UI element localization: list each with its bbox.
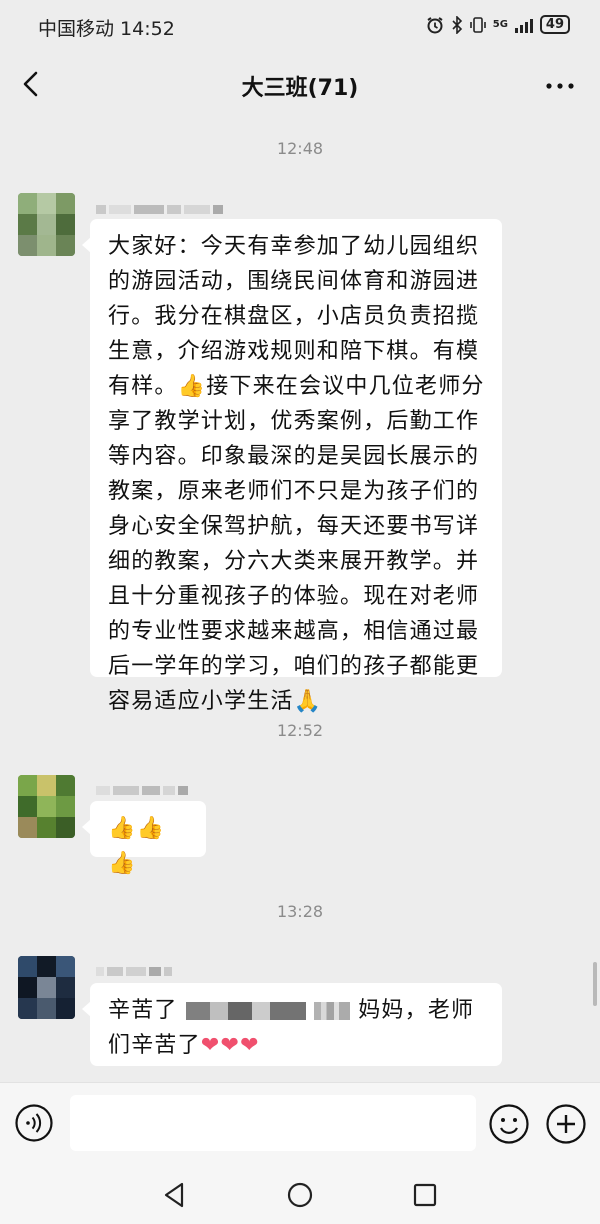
carrier-time: 中国移动 14:52 (38, 18, 175, 40)
praying-hands-icon: 🙏 (293, 689, 323, 714)
chat-title: 大三班(71) (241, 76, 359, 101)
battery-icon: 49 (539, 15, 570, 34)
heart-icon: ❤❤❤ (200, 1033, 260, 1058)
message-input[interactable] (70, 1095, 476, 1151)
network-type: 5G (492, 18, 508, 30)
emoji-icon[interactable] (488, 1103, 530, 1145)
avatar[interactable] (18, 775, 75, 838)
avatar[interactable] (18, 193, 75, 256)
thumbs-up-icon: 👍 (177, 374, 207, 399)
system-recent-apps-icon[interactable] (410, 1180, 440, 1210)
more-icon[interactable] (542, 72, 578, 100)
redacted-name (185, 1002, 306, 1020)
scrollbar-thumb[interactable] (593, 962, 597, 1006)
redacted-name (314, 1002, 351, 1020)
input-bar (0, 1082, 600, 1165)
message-bubble[interactable]: 👍👍👍 (82, 801, 206, 876)
status-bar: 中国移动 14:52 5G 49 (0, 0, 600, 50)
chat-header: 大三班(71) (0, 50, 600, 118)
timestamp: 13:28 (276, 902, 324, 921)
message-text: 接下来在会议中几位老师分享了教学计划，优秀案例，后勤工作等内容。印象最深的是吴园… (108, 374, 485, 714)
message-bubble[interactable]: 大家好：今天有幸参加了幼儿园组织的游园活动，围绕民间体育和游园进行。我分在棋盘区… (82, 219, 502, 714)
voice-icon[interactable] (14, 1103, 54, 1143)
system-home-icon[interactable] (285, 1180, 315, 1210)
system-navigation-bar (0, 1164, 600, 1224)
system-back-icon[interactable] (160, 1180, 190, 1210)
status-icons: 5G 49 (426, 15, 570, 34)
sender-name (96, 202, 223, 216)
signal-icon (514, 17, 533, 33)
timestamp: 12:48 (276, 139, 324, 158)
message-text: 辛苦了 (108, 998, 178, 1023)
vibrate-icon (469, 16, 486, 33)
timestamp: 12:52 (276, 721, 324, 740)
sender-name (96, 783, 188, 797)
alarm-icon (427, 16, 443, 33)
thumbs-up-icon: 👍👍👍 (108, 816, 166, 876)
bluetooth-icon (452, 15, 462, 34)
sender-name (96, 964, 172, 978)
avatar[interactable] (18, 956, 75, 1019)
plus-icon[interactable] (545, 1103, 587, 1145)
message-bubble[interactable]: 辛苦了 妈妈，老师们辛苦了❤❤❤ (82, 983, 502, 1066)
